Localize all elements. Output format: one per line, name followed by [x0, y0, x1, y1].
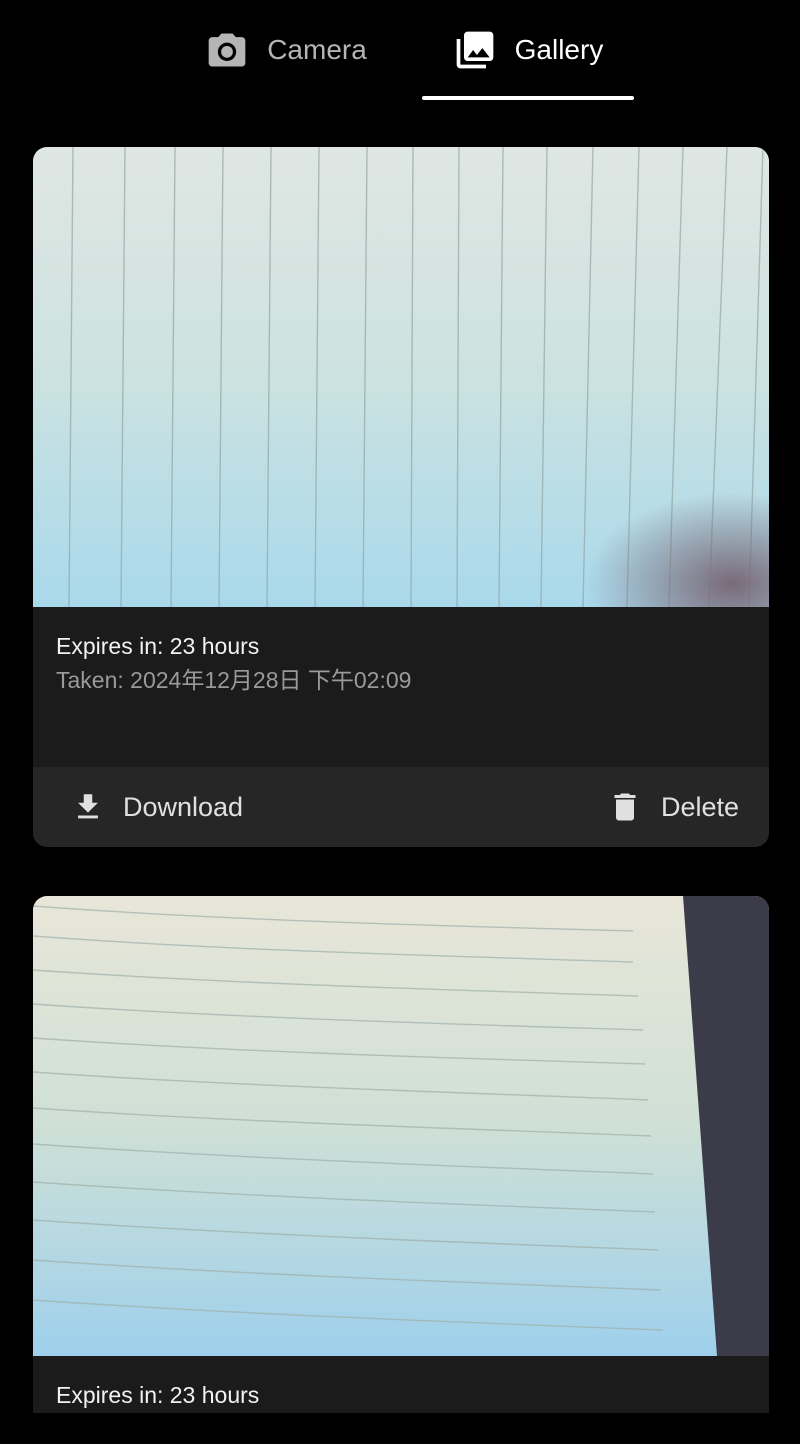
photo-actions: Download Delete [33, 767, 769, 847]
download-icon [78, 794, 98, 819]
tab-camera[interactable]: Camera [196, 0, 376, 100]
trash-icon [614, 793, 636, 821]
tab-camera-label: Camera [267, 34, 367, 65]
expiry-text: Expires in: 23 hours [56, 1382, 260, 1408]
photo-card: Expires in: 23 hours Taken: 2024年12月28日 … [33, 147, 769, 847]
delete-label: Delete [660, 791, 739, 822]
photo-info: Expires in: 23 hours Taken: 2024年12月28日 … [33, 607, 769, 767]
camera-icon [208, 33, 246, 67]
photo-thumbnail[interactable] [33, 147, 769, 607]
tab-gallery-label: Gallery [514, 34, 604, 65]
photo-info: Expires in: 23 hours [33, 1356, 769, 1413]
photo-card: Expires in: 23 hours [33, 896, 769, 1413]
download-label: Download [123, 791, 244, 822]
photo-thumbnail[interactable] [33, 896, 769, 1356]
download-button[interactable]: Download [71, 788, 243, 826]
expiry-text: Expires in: 23 hours [56, 633, 260, 659]
photo-library-icon [456, 31, 493, 69]
delete-button[interactable]: Delete [607, 787, 739, 827]
tab-bar: Camera Gallery [0, 0, 800, 100]
tab-gallery[interactable]: Gallery [422, 0, 634, 100]
taken-timestamp: Taken: 2024年12月28日 下午02:09 [56, 667, 412, 693]
